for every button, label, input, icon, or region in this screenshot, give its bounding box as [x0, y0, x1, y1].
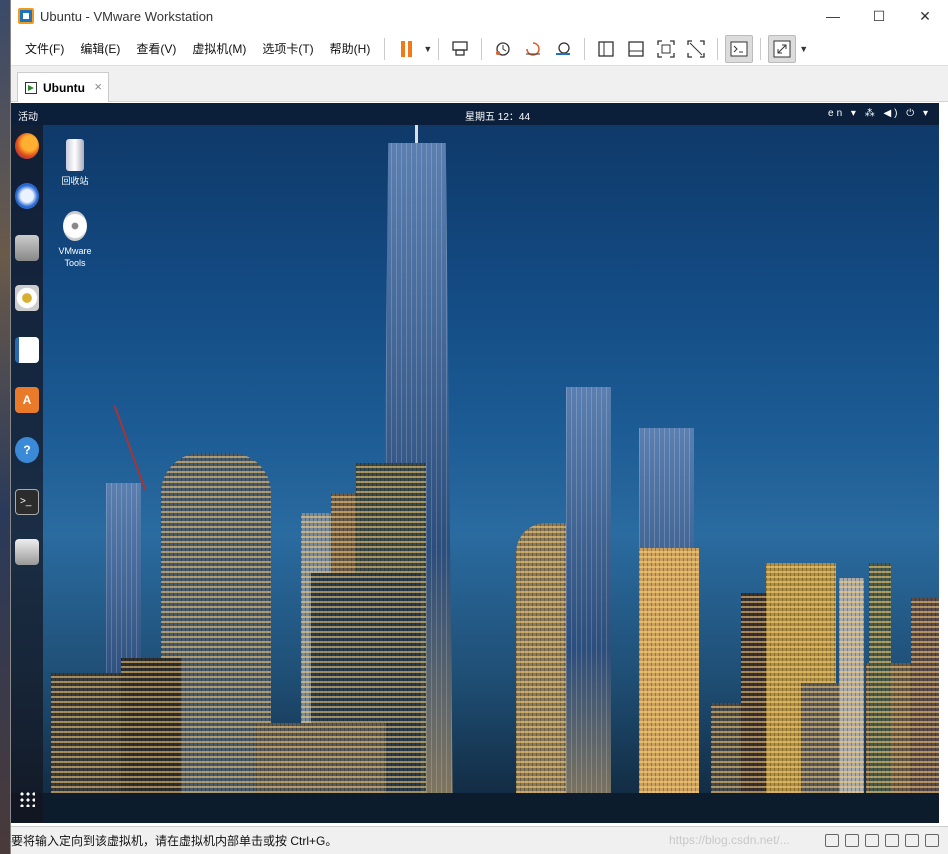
display-icon[interactable] — [925, 834, 939, 847]
optical-drive-icon[interactable] — [15, 539, 39, 565]
rhythmbox-icon[interactable] — [15, 285, 39, 311]
desktop-icon-label: VMware — [58, 246, 92, 256]
console-view-icon — [730, 41, 748, 56]
console-view-button[interactable] — [725, 34, 754, 63]
toolbar-separator — [384, 37, 386, 60]
tab-strip: Ubuntu × — [11, 66, 948, 102]
library-view-icon — [598, 40, 614, 57]
full-screen-button[interactable] — [652, 35, 680, 63]
toolbar-separator — [481, 37, 483, 60]
menu-file[interactable]: 文件(F) — [17, 36, 72, 62]
full-screen-icon — [657, 39, 675, 58]
send-ctrl-alt-del-button[interactable] — [446, 35, 474, 63]
stretch-dropdown-icon[interactable]: ▼ — [799, 44, 808, 54]
guest-screen[interactable]: 活动 星期五 12：44 en ▾ ⁂ ◀) ⏻ ▾ A ? >_ 回收站 VM… — [11, 103, 939, 823]
library-view-button[interactable] — [592, 35, 620, 63]
ubuntu-dock: A ? >_ — [11, 125, 43, 823]
gnome-top-bar: 活动 星期五 12：44 en ▾ ⁂ ◀) ⏻ ▾ — [11, 103, 939, 125]
software-icon[interactable]: A — [15, 387, 39, 413]
snapshot-button[interactable] — [489, 35, 517, 63]
desktop-icon-label: Tools — [64, 258, 86, 268]
status-message: 要将输入定向到该虚拟机，请在虚拟机内部单击或按 Ctrl+G。 — [11, 834, 338, 848]
menu-view[interactable]: 查看(V) — [128, 36, 184, 62]
trash-icon — [66, 139, 84, 171]
thumbnail-bar-button[interactable] — [622, 35, 650, 63]
files-icon[interactable] — [15, 235, 39, 261]
host-desktop-strip — [0, 0, 10, 854]
sound-card-icon[interactable] — [905, 834, 919, 847]
desktop-icon-trash[interactable]: 回收站 — [49, 139, 101, 187]
clock[interactable]: 星期五 12：44 — [465, 108, 530, 123]
stretch-guest-icon — [773, 40, 791, 57]
thumbnail-bar-icon — [628, 40, 644, 57]
terminal-icon[interactable]: >_ — [15, 489, 39, 515]
snapshot-icon — [496, 41, 510, 56]
toolbar-separator — [438, 37, 440, 60]
menu-help[interactable]: 帮助(H) — [322, 36, 379, 62]
menu-tabs[interactable]: 选项卡(T) — [254, 36, 321, 62]
show-apps-icon[interactable] — [19, 791, 35, 807]
unity-icon — [687, 39, 705, 58]
minimize-button[interactable]: — — [810, 0, 856, 32]
stretch-guest-button[interactable] — [768, 34, 797, 63]
firefox-icon[interactable] — [15, 133, 39, 159]
watermark: https://blog.csdn.net/... — [669, 833, 790, 847]
toolbar-separator — [717, 37, 719, 60]
window-title: Ubuntu - VMware Workstation — [40, 8, 214, 24]
vmware-window: Ubuntu - VMware Workstation — ☐ ✕ 文件(F) … — [10, 0, 948, 854]
pause-icon — [400, 40, 412, 57]
power-dropdown-icon[interactable]: ▼ — [423, 44, 432, 54]
toolbar-separator — [760, 37, 762, 60]
tab-label: Ubuntu — [43, 80, 85, 95]
usb-device-icon[interactable] — [885, 834, 899, 847]
pause-button[interactable] — [392, 35, 420, 63]
close-button[interactable]: ✕ — [902, 0, 948, 32]
vm-running-icon — [25, 81, 37, 94]
help-icon[interactable]: ? — [15, 437, 39, 463]
hard-disk-icon[interactable] — [825, 834, 839, 847]
vmware-app-icon — [18, 8, 34, 24]
status-bar: 要将输入定向到该虚拟机，请在虚拟机内部单击或按 Ctrl+G。 https://… — [11, 826, 948, 854]
menu-toolbar: 文件(F) 编辑(E) 查看(V) 虚拟机(M) 选项卡(T) 帮助(H) ▼ — [11, 32, 948, 66]
title-bar: Ubuntu - VMware Workstation — ☐ ✕ — [11, 0, 948, 32]
dvd-icon — [63, 211, 87, 241]
revert-snapshot-button[interactable] — [519, 35, 547, 63]
snapshot-manager-button[interactable] — [549, 35, 577, 63]
menu-vm[interactable]: 虚拟机(M) — [184, 36, 254, 62]
toolbar-separator — [584, 37, 586, 60]
system-tray[interactable]: en ▾ ⁂ ◀) ⏻ ▾ — [828, 108, 931, 119]
activities-button[interactable]: 活动 — [18, 108, 38, 123]
writer-icon[interactable] — [15, 337, 39, 363]
network-adapter-icon[interactable] — [865, 834, 879, 847]
tab-close-button[interactable]: × — [94, 79, 102, 94]
snapshot-manager-icon — [556, 41, 571, 55]
unity-button[interactable] — [682, 35, 710, 63]
menu-edit[interactable]: 编辑(E) — [72, 36, 128, 62]
cd-dvd-icon[interactable] — [845, 834, 859, 847]
revert-snapshot-icon — [526, 41, 541, 56]
maximize-button[interactable]: ☐ — [856, 0, 902, 32]
desktop-icon-label: 回收站 — [61, 176, 89, 186]
thunderbird-icon[interactable] — [15, 183, 39, 209]
tab-ubuntu[interactable]: Ubuntu × — [17, 72, 109, 102]
desktop-icon-vmware-tools[interactable]: VMware Tools — [49, 211, 101, 269]
send-ctrl-alt-del-icon — [452, 40, 468, 56]
